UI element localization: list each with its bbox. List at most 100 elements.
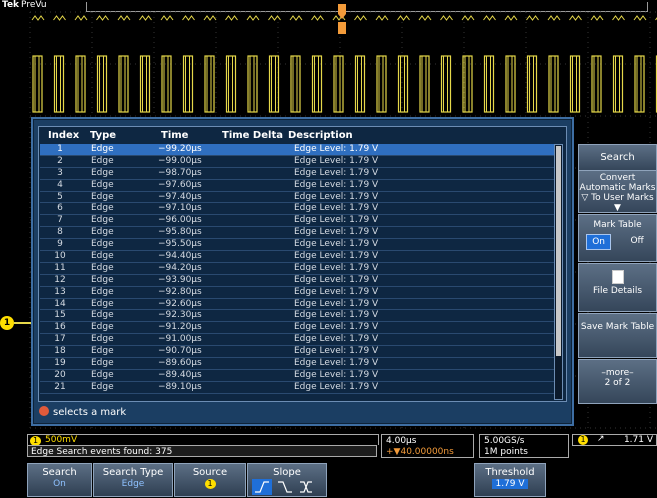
table-row[interactable]: 3Edge−98.70μsEdge Level: 1.79 V [40,168,557,180]
table-row[interactable]: 18Edge−90.70μsEdge Level: 1.79 V [40,346,557,358]
mark-table: Index Type Time Time Delta Description 1… [38,126,567,402]
threshold-button[interactable]: Threshold 1.79 V [474,463,546,497]
table-scrollbar[interactable] [554,144,563,400]
mark-table-dialog: Index Type Time Time Delta Description 1… [31,117,574,426]
cell-index: 16 [49,322,71,333]
cell-desc: Edge Level: 1.79 V [294,251,378,262]
cell-type: Edge [91,144,114,155]
table-row[interactable]: 1Edge−99.20μsEdge Level: 1.79 V [40,144,557,156]
table-row[interactable]: 12Edge−93.90μsEdge Level: 1.79 V [40,275,557,287]
cell-desc: Edge Level: 1.79 V [294,239,378,250]
waveform-burst-top [269,16,281,20]
waveform-burst [635,56,644,112]
waveform-burst-top [75,16,87,20]
cell-desc: Edge Level: 1.79 V [294,334,378,345]
mark-table-off[interactable]: Off [625,234,648,250]
cell-index: 10 [49,251,71,262]
status-area: 1500mV Edge Search events found: 375 4.0… [0,432,657,462]
channel-1-marker[interactable]: 1 [0,316,14,330]
waveform-burst [184,56,193,112]
col-index: Index [48,130,79,141]
trigger-readout[interactable]: 1 ↗ 1.71 V [572,434,657,446]
cell-type: Edge [91,239,114,250]
expansion-point-icon [338,22,346,34]
cell-type: Edge [91,156,114,167]
waveform-burst-top [484,16,496,20]
cell-time: −92.60μs [158,299,202,310]
cell-index: 18 [49,346,71,357]
side-menu-title: Search [578,144,657,171]
table-row[interactable]: 7Edge−96.00μsEdge Level: 1.79 V [40,215,557,227]
cell-desc: Edge Level: 1.79 V [294,227,378,238]
cell-type: Edge [91,192,114,203]
table-row[interactable]: 9Edge−95.50μsEdge Level: 1.79 V [40,239,557,251]
table-row[interactable]: 20Edge−89.40μsEdge Level: 1.79 V [40,370,557,382]
table-row[interactable]: 11Edge−94.20μsEdge Level: 1.79 V [40,263,557,275]
cell-time: −97.40μs [158,192,202,203]
cell-index: 8 [49,227,71,238]
cell-index: 20 [49,370,71,381]
cell-time: −90.70μs [158,346,202,357]
file-details-button[interactable]: File Details [578,263,657,312]
waveform-burst-top [376,16,388,20]
convert-marks-button[interactable]: Convert Automatic Marks ▽ To User Marks … [578,170,657,213]
cell-desc: Edge Level: 1.79 V [294,144,378,155]
table-row[interactable]: 4Edge−97.60μsEdge Level: 1.79 V [40,180,557,192]
table-row[interactable]: 5Edge−97.40μsEdge Level: 1.79 V [40,192,557,204]
rising-edge-icon: ↗ [597,434,605,444]
source-button[interactable]: Source 1 [174,463,246,497]
waveform-burst-top [570,16,582,20]
table-row[interactable]: 17Edge−91.00μsEdge Level: 1.79 V [40,334,557,346]
waveform-burst [399,56,408,112]
table-row[interactable]: 13Edge−92.80μsEdge Level: 1.79 V [40,287,557,299]
channel-1-readout[interactable]: 1500mV [27,434,379,445]
cell-index: 13 [49,287,71,298]
mark-table-on[interactable]: On [586,234,611,250]
horizontal-readout[interactable]: 4.00μs +▼40.00000ns [381,434,474,458]
file-icon [612,270,624,284]
waveform-burst-top [613,16,625,20]
mark-table-toggle[interactable]: Mark Table On Off [578,214,657,262]
cell-type: Edge [91,322,114,333]
cell-time: −98.70μs [158,168,202,179]
table-row[interactable]: 16Edge−91.20μsEdge Level: 1.79 V [40,322,557,334]
waveform-burst-top [462,16,474,20]
scope-display: TekPreVu 1 Index Type Time Time Delta De… [0,0,657,430]
acquisition-readout[interactable]: 5.00GS/s 1M points [479,434,569,458]
table-row[interactable]: 19Edge−89.60μsEdge Level: 1.79 V [40,358,557,370]
search-button[interactable]: Search On [27,463,92,497]
table-row[interactable]: 21Edge−89.10μsEdge Level: 1.79 V [40,382,557,394]
search-type-button[interactable]: Search Type Edge [93,463,173,497]
cell-time: −92.80μs [158,287,202,298]
slope-button[interactable]: Slope [247,463,327,497]
waveform-burst-top [32,16,44,20]
save-mark-table-button[interactable]: Save Mark Table [578,313,657,358]
cell-time: −93.90μs [158,275,202,286]
cell-type: Edge [91,168,114,179]
cell-index: 14 [49,299,71,310]
cell-type: Edge [91,215,114,226]
table-row[interactable]: 10Edge−94.40μsEdge Level: 1.79 V [40,251,557,263]
cell-type: Edge [91,275,114,286]
falling-slope-icon [278,482,292,492]
table-row[interactable]: 14Edge−92.60μsEdge Level: 1.79 V [40,299,557,311]
table-row[interactable]: 2Edge−99.00μsEdge Level: 1.79 V [40,156,557,168]
cell-time: −95.50μs [158,239,202,250]
cell-type: Edge [91,370,114,381]
cell-desc: Edge Level: 1.79 V [294,358,378,369]
table-row[interactable]: 8Edge−95.80μsEdge Level: 1.79 V [40,227,557,239]
more-button[interactable]: –more– 2 of 2 [578,359,657,404]
cell-time: −92.30μs [158,310,202,321]
cell-desc: Edge Level: 1.79 V [294,263,378,274]
hint-text: selects a mark [39,406,126,418]
table-body: 1Edge−99.20μsEdge Level: 1.79 V2Edge−99.… [40,144,557,394]
table-row[interactable]: 15Edge−92.30μsEdge Level: 1.79 V [40,310,557,322]
table-row[interactable]: 6Edge−97.10μsEdge Level: 1.79 V [40,203,557,215]
cell-type: Edge [91,263,114,274]
scroll-thumb[interactable] [556,146,561,356]
cell-index: 15 [49,310,71,321]
cell-time: −96.00μs [158,215,202,226]
search-events-found: Edge Search events found: 375 [27,445,377,457]
waveform-burst-top [247,16,259,20]
waveform-burst-top [183,16,195,20]
